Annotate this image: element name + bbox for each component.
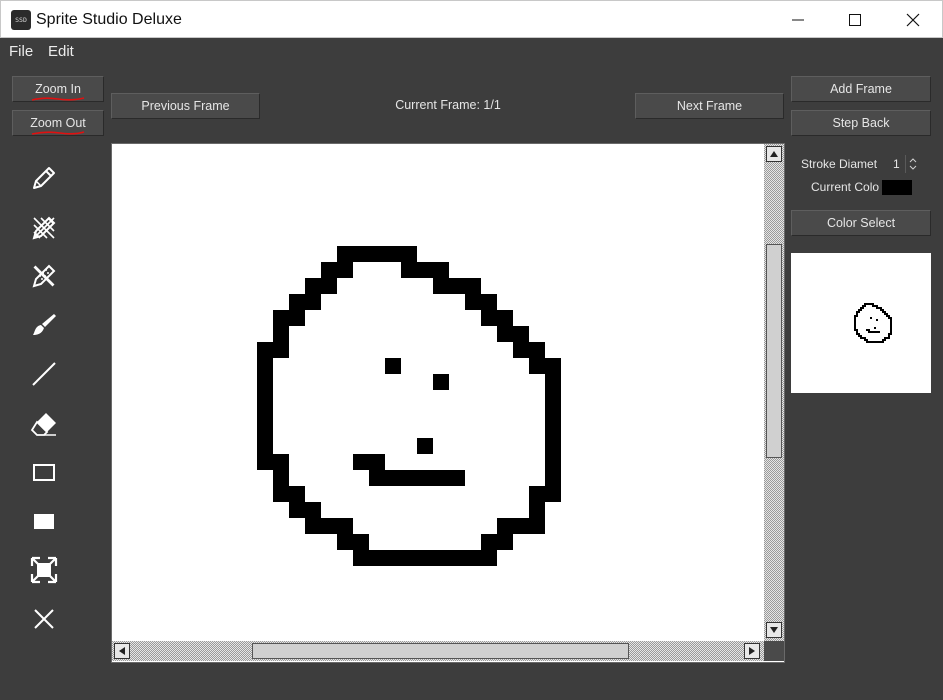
tool-select-expand[interactable]	[24, 550, 64, 590]
scroll-down-button[interactable]	[766, 622, 782, 638]
color-select-button[interactable]: Color Select	[791, 210, 931, 236]
sprite-preview	[791, 253, 931, 393]
stroke-diameter-label: Stroke Diamet	[801, 157, 878, 171]
horizontal-scroll-thumb[interactable]	[252, 643, 629, 659]
tool-shade-pencil[interactable]	[24, 256, 64, 296]
vertical-scroll-thumb[interactable]	[766, 244, 782, 458]
maximize-button[interactable]	[832, 1, 878, 39]
arrow-up-icon	[770, 151, 778, 157]
tool-dither-pencil[interactable]	[24, 208, 64, 248]
arrow-left-icon	[119, 647, 125, 655]
tool-clear[interactable]	[24, 599, 64, 639]
sprite-drawing	[257, 246, 561, 566]
clear-icon	[34, 609, 54, 629]
stroke-diameter-spinbox[interactable]: 1	[890, 155, 920, 173]
current-color-swatch	[882, 180, 912, 195]
step-back-button[interactable]: Step Back	[791, 110, 931, 136]
stroke-spin-buttons[interactable]	[905, 155, 919, 173]
window-title: Sprite Studio Deluxe	[36, 11, 182, 28]
shade-pencil-icon	[32, 264, 56, 288]
title-bar: SSD Sprite Studio Deluxe	[0, 0, 943, 38]
select-expand-icon	[30, 556, 58, 584]
tool-pencil[interactable]	[24, 158, 64, 198]
tool-brush[interactable]	[24, 305, 64, 345]
line-icon	[32, 362, 56, 386]
previous-frame-label: Previous Frame	[141, 99, 230, 113]
zoom-in-underline	[31, 97, 85, 101]
menu-edit[interactable]: Edit	[48, 43, 74, 60]
canvas-area	[111, 143, 785, 663]
current-frame-label: Current Frame: 1/1	[395, 98, 501, 112]
add-frame-button[interactable]: Add Frame	[791, 76, 931, 102]
tool-line[interactable]	[24, 354, 64, 394]
zoom-in-label: Zoom In	[35, 82, 81, 96]
drawing-canvas[interactable]	[112, 144, 764, 641]
close-icon	[906, 13, 920, 27]
vertical-scrollbar[interactable]	[764, 144, 784, 641]
minimize-button[interactable]	[775, 1, 821, 39]
current-color-label: Current Colo	[811, 180, 880, 194]
pencil-icon	[33, 167, 55, 189]
app-icon: SSD	[11, 10, 31, 30]
scroll-corner	[764, 641, 784, 661]
next-frame-label: Next Frame	[676, 99, 743, 113]
stroke-diameter-value: 1	[893, 157, 900, 171]
arrow-right-icon	[749, 647, 755, 655]
next-frame-button[interactable]: Next Frame	[635, 93, 784, 119]
tool-eraser[interactable]	[24, 404, 64, 444]
scroll-left-button[interactable]	[114, 643, 130, 659]
previous-frame-button[interactable]: Previous Frame	[111, 93, 260, 119]
eraser-icon	[30, 413, 56, 436]
scroll-right-button[interactable]	[744, 643, 760, 659]
horizontal-scrollbar[interactable]	[112, 641, 764, 661]
tool-filled-rectangle[interactable]	[24, 501, 64, 541]
close-button[interactable]	[890, 1, 936, 39]
maximize-icon	[849, 14, 861, 26]
menu-bar: File Edit	[0, 38, 943, 66]
minimize-icon	[792, 19, 804, 21]
menu-file[interactable]: File	[9, 43, 33, 60]
zoom-out-underline	[31, 131, 85, 135]
color-select-label: Color Select	[826, 216, 896, 230]
tool-rectangle[interactable]	[24, 452, 64, 492]
dither-pencil-icon	[32, 216, 56, 240]
brush-icon	[33, 314, 56, 335]
rectangle-outline-icon	[33, 464, 55, 481]
scroll-up-button[interactable]	[766, 146, 782, 162]
step-back-label: Step Back	[832, 116, 890, 130]
preview-thumbnail	[854, 302, 893, 343]
spin-arrows-icon	[909, 158, 917, 170]
arrow-down-icon	[770, 627, 778, 633]
zoom-out-label: Zoom Out	[30, 116, 86, 130]
add-frame-label: Add Frame	[830, 82, 892, 96]
filled-rectangle-icon	[34, 514, 54, 529]
